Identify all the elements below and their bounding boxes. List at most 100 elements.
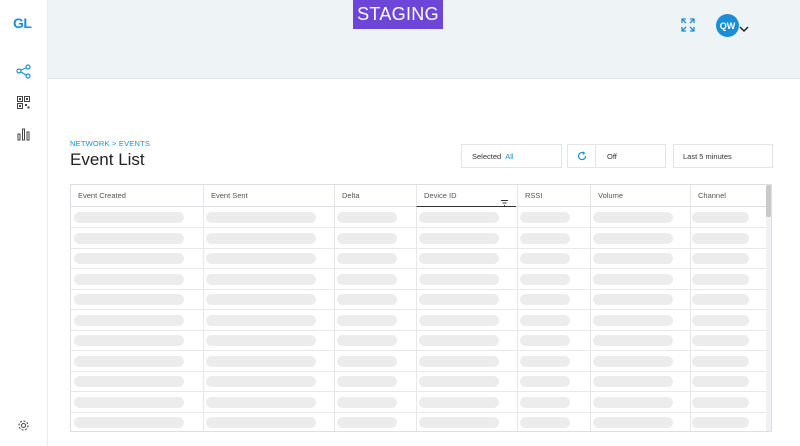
selection-filter-value: All: [505, 151, 514, 161]
filter-icon[interactable]: [501, 193, 508, 206]
table-row[interactable]: [71, 330, 767, 351]
qr-code-icon[interactable]: [15, 94, 32, 111]
column-header-event-sent[interactable]: Event Sent: [203, 185, 334, 207]
selection-filter[interactable]: Selected All: [461, 144, 562, 168]
network-icon[interactable]: [15, 63, 32, 80]
selection-filter-label: Selected: [472, 151, 502, 161]
bar-chart-icon[interactable]: [15, 126, 32, 143]
time-range-select[interactable]: Last 5 minutes: [673, 144, 773, 168]
breadcrumb[interactable]: NETWORK > EVENTS: [70, 139, 150, 148]
loading-placeholder: [74, 253, 184, 264]
loading-placeholder: [593, 232, 673, 244]
loading-placeholder: [206, 314, 316, 326]
table-row[interactable]: [71, 248, 767, 269]
table-row[interactable]: [71, 228, 767, 249]
loading-placeholder: [337, 335, 397, 346]
loading-placeholder: [692, 396, 749, 408]
loading-placeholder: [74, 355, 184, 367]
table-row[interactable]: [71, 310, 767, 331]
loading-placeholder: [419, 232, 499, 244]
loading-placeholder: [419, 396, 499, 408]
loading-placeholder: [419, 335, 499, 346]
loading-placeholder: [419, 294, 499, 305]
sidebar: GL: [0, 0, 48, 446]
loading-placeholder: [419, 314, 499, 326]
loading-placeholder: [419, 355, 499, 367]
loading-placeholder: [337, 212, 397, 223]
loading-placeholder: [692, 294, 749, 305]
loading-placeholder: [74, 273, 184, 285]
scrollbar-thumb[interactable]: [766, 185, 771, 217]
table-row[interactable]: [71, 207, 767, 228]
loading-placeholder: [692, 212, 749, 223]
loading-placeholder: [593, 396, 673, 408]
loading-placeholder: [74, 294, 184, 305]
table-row[interactable]: [71, 289, 767, 310]
loading-placeholder: [593, 212, 673, 223]
loading-placeholder: [593, 294, 673, 305]
loading-placeholder: [593, 355, 673, 367]
loading-placeholder: [206, 212, 316, 223]
loading-placeholder: [74, 417, 184, 428]
loading-placeholder: [74, 314, 184, 326]
auto-refresh-control[interactable]: Off: [567, 144, 666, 168]
loading-placeholder: [520, 314, 570, 326]
table-row[interactable]: [71, 269, 767, 290]
loading-placeholder: [520, 335, 570, 346]
fullscreen-icon[interactable]: [681, 18, 695, 32]
loading-placeholder: [74, 376, 184, 387]
loading-placeholder: [692, 376, 749, 387]
column-header-rssi[interactable]: RSSI: [517, 185, 590, 207]
loading-placeholder: [74, 212, 184, 223]
loading-placeholder: [206, 335, 316, 346]
loading-placeholder: [520, 355, 570, 367]
time-range-value: Last 5 minutes: [683, 151, 732, 161]
loading-placeholder: [74, 396, 184, 408]
refresh-icon[interactable]: [568, 145, 596, 167]
loading-placeholder: [419, 212, 499, 223]
loading-placeholder: [593, 273, 673, 285]
loading-placeholder: [206, 294, 316, 305]
column-header-channel[interactable]: Channel: [690, 185, 767, 207]
column-header-event-created[interactable]: Event Created: [71, 185, 203, 207]
environment-badge: STAGING: [353, 0, 443, 29]
loading-placeholder: [206, 417, 316, 428]
loading-placeholder: [593, 417, 673, 428]
table-scrollbar[interactable]: [766, 185, 771, 431]
auto-refresh-value: Off: [607, 151, 617, 161]
user-avatar[interactable]: QW: [716, 14, 739, 37]
loading-placeholder: [337, 396, 397, 408]
loading-placeholder: [692, 273, 749, 285]
column-header-device-id[interactable]: Device ID: [416, 185, 516, 207]
loading-placeholder: [419, 376, 499, 387]
table-row[interactable]: [71, 392, 767, 413]
loading-placeholder: [419, 417, 499, 428]
loading-placeholder: [520, 253, 570, 264]
loading-placeholder: [419, 273, 499, 285]
loading-placeholder: [520, 232, 570, 244]
table-row[interactable]: [71, 412, 767, 431]
loading-placeholder: [692, 314, 749, 326]
loading-placeholder: [206, 273, 316, 285]
loading-placeholder: [520, 212, 570, 223]
loading-placeholder: [337, 253, 397, 264]
chevron-down-icon[interactable]: [739, 20, 749, 33]
loading-placeholder: [206, 376, 316, 387]
column-header-volume[interactable]: Volume: [590, 185, 690, 207]
loading-placeholder: [692, 355, 749, 367]
loading-placeholder: [520, 376, 570, 387]
loading-placeholder: [74, 335, 184, 346]
page-title: Event List: [70, 150, 145, 169]
column-header-delta[interactable]: Delta: [334, 185, 416, 207]
event-table: Event Created Event Sent Delta Device ID…: [70, 184, 772, 432]
loading-placeholder: [520, 294, 570, 305]
loading-placeholder: [337, 355, 397, 367]
loading-placeholder: [520, 396, 570, 408]
app-logo[interactable]: GL: [13, 15, 32, 31]
loading-placeholder: [692, 232, 749, 244]
gear-icon[interactable]: [15, 417, 32, 434]
table-row[interactable]: [71, 371, 767, 392]
loading-placeholder: [520, 417, 570, 428]
table-row[interactable]: [71, 351, 767, 372]
loading-placeholder: [593, 335, 673, 346]
